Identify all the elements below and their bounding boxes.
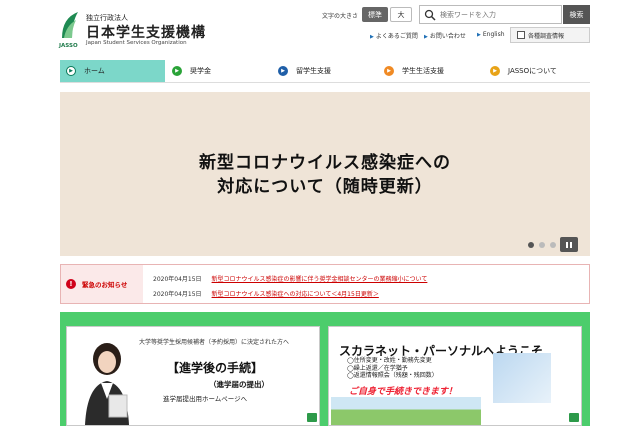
banner-subtitle: （進学届の提出） xyxy=(209,380,269,389)
slide-dot-active[interactable] xyxy=(528,242,534,248)
hero-title-line-1: 新型コロナウイルス感染症への xyxy=(199,153,451,173)
nav-about-jasso[interactable]: ▶ JASSOについて xyxy=(484,60,590,82)
emergency-label-box: ! 緊急のお知らせ xyxy=(61,265,143,303)
hero-banner[interactable]: 新型コロナウイルス感染症への 対応について（随時更新） xyxy=(60,92,590,256)
reports-link[interactable]: 各種調査情報 xyxy=(510,27,590,43)
banner-cta: ご自身で手続きできます！ xyxy=(349,387,458,397)
alert-icon: ! xyxy=(66,279,76,289)
font-size-label: 文字の大きさ xyxy=(322,13,359,20)
pause-icon xyxy=(566,241,568,248)
notice-date: 2020年04月15日 xyxy=(153,276,202,283)
arrow-right-icon: ▶ xyxy=(278,66,288,76)
banner-title: 【進学後の手続】 xyxy=(167,361,264,375)
notice-date: 2020年04月15日 xyxy=(153,291,202,298)
main-nav: ▶ ホーム ▶ 奨学金 ▶ 留学生支援 ▶ 学生生活支援 ▶ JASSOについて xyxy=(60,60,590,82)
search-icon xyxy=(424,9,436,21)
font-size-large-button[interactable]: 大 xyxy=(390,7,412,22)
notice-link[interactable]: 新型コロナウイルス感染症への対応について＜4月15日更新＞ xyxy=(212,289,379,298)
faq-link[interactable]: ▶ よくあるご質問 xyxy=(370,31,418,40)
person-photo xyxy=(493,353,551,403)
emergency-label: 緊急のお知らせ xyxy=(82,281,128,289)
arrow-right-icon: ▶ xyxy=(370,34,374,40)
arrow-right-icon: ▶ xyxy=(477,32,481,38)
document-icon xyxy=(517,31,525,39)
logo-english: Japan Student Services Organization xyxy=(86,40,187,46)
search-button[interactable]: 検索 xyxy=(563,5,590,24)
arrow-right-icon: ▶ xyxy=(490,66,500,76)
jasso-logo-icon xyxy=(62,12,78,38)
emergency-notices: ! 緊急のお知らせ 2020年04月15日 新型コロナウイルス感染症の影響に伴う… xyxy=(60,264,590,304)
slide-dot[interactable] xyxy=(550,242,556,248)
nav-divider xyxy=(60,82,590,83)
slideshow-pause-button[interactable] xyxy=(560,237,578,252)
nav-student-life[interactable]: ▶ 学生生活支援 xyxy=(378,60,484,82)
arrow-right-icon: ▶ xyxy=(66,66,76,76)
enrollment-procedure-banner[interactable]: 大学等奨学生採用候補者（予約採用）に決定された方へ 【進学後の手続】 （進学届の… xyxy=(66,326,320,426)
student-photo xyxy=(85,343,129,425)
list-item: 2020年04月15日 新型コロナウイルス感染症への対応について＜4月15日更新… xyxy=(153,289,379,298)
scholarnet-banner[interactable]: スカラネット・パーソナルへようこそ ◯住所変更・改姓・勤務先変更 ◯繰上返還／在… xyxy=(328,326,582,426)
external-link-icon xyxy=(569,413,579,422)
nav-international-students[interactable]: ▶ 留学生支援 xyxy=(272,60,378,82)
hero-title-line-2: 対応について（随時更新） xyxy=(217,177,433,197)
notice-link[interactable]: 新型コロナウイルス感染症の影響に伴う奨学金相談センターの業務縮小について xyxy=(212,274,428,283)
arrow-right-icon: ▶ xyxy=(384,66,394,76)
font-size-standard-button[interactable]: 標準 xyxy=(362,7,388,22)
logo-abbreviation: JASSO xyxy=(59,43,78,49)
logo-title: 日本学生支援機構 xyxy=(86,25,206,41)
nav-home[interactable]: ▶ ホーム xyxy=(60,60,166,82)
english-link[interactable]: ▶ English xyxy=(477,31,505,38)
search-box xyxy=(419,5,562,24)
arrow-right-icon: ▶ xyxy=(172,66,182,76)
banner-note: 大学等奨学生採用候補者（予約採用）に決定された方へ xyxy=(139,339,290,346)
external-link-icon xyxy=(307,413,317,422)
site-logo[interactable]: JASSO 独立行政法人 日本学生支援機構 Japan Student Serv… xyxy=(58,8,205,49)
landscape-illustration xyxy=(331,397,481,425)
list-item: 2020年04月15日 新型コロナウイルス感染症の影響に伴う奨学金相談センターの… xyxy=(153,274,427,283)
banner-feature-list: ◯住所変更・改姓・勤務先変更 ◯繰上返還／在学猶予 ◯返還情報照会（残額・残回数… xyxy=(347,357,438,379)
slide-dot[interactable] xyxy=(539,242,545,248)
nav-scholarship[interactable]: ▶ 奨学金 xyxy=(166,60,272,82)
arrow-right-icon: ▶ xyxy=(424,34,428,40)
search-input[interactable] xyxy=(440,9,558,21)
banner-link-text: 進学届提出用ホームページへ xyxy=(163,395,248,403)
contact-link[interactable]: ▶ お問い合わせ xyxy=(424,31,466,40)
